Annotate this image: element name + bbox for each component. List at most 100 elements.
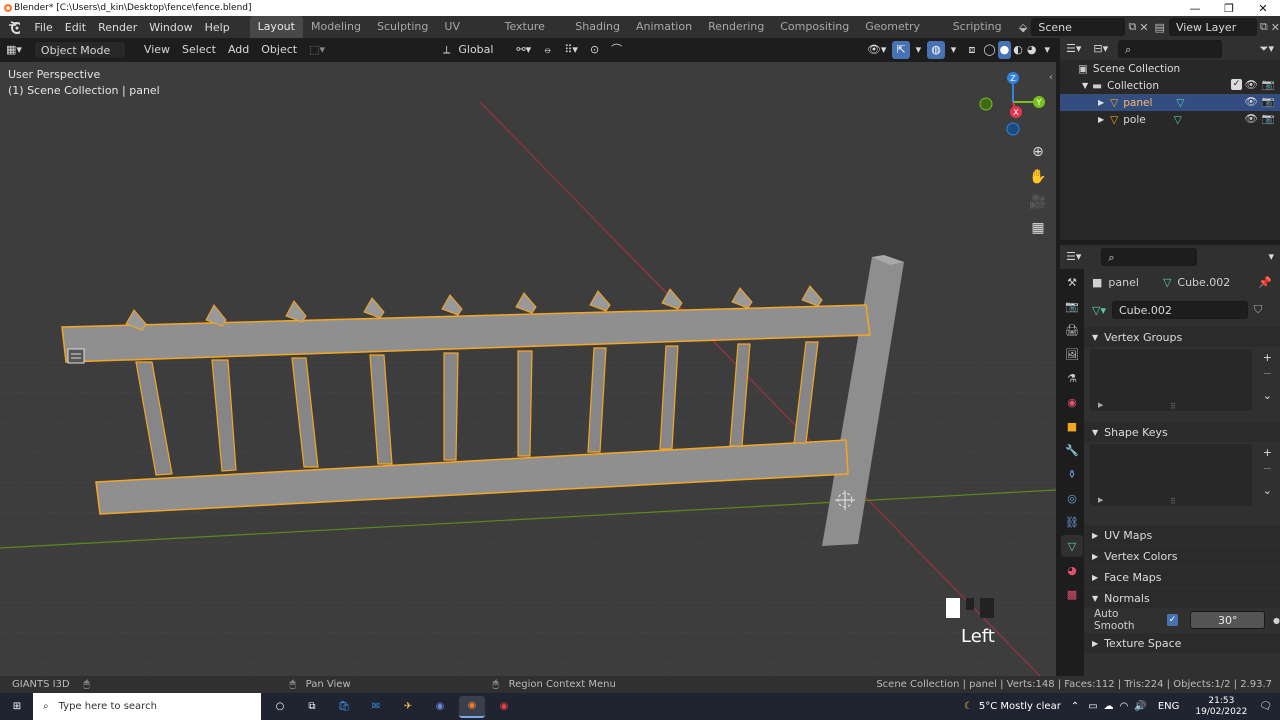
new-scene-icon[interactable]: ⧉	[1128, 20, 1136, 34]
menu-edit[interactable]: Edit	[59, 21, 92, 34]
outliner-row-panel[interactable]: ▶ ▽ panel ▽ 👁 📷	[1060, 94, 1280, 111]
tab-geometry-nodes[interactable]: Geometry Nodes	[857, 16, 945, 55]
resize-handle-icon[interactable]: ⠿	[1170, 402, 1176, 411]
expand-icon[interactable]: ▶	[1098, 98, 1104, 107]
material-shading-icon[interactable]: ◐	[1011, 41, 1025, 59]
tab-animation[interactable]: Animation	[628, 16, 700, 38]
recorder-icon[interactable]: ◉	[491, 696, 517, 718]
mode-selector[interactable]: Object Mode	[33, 41, 126, 59]
delete-view-layer-icon[interactable]: ✕	[1271, 21, 1280, 34]
object-tab-icon[interactable]: ■	[1061, 415, 1083, 437]
volume-icon[interactable]: 🔊	[1134, 701, 1146, 712]
editor-type-icon[interactable]: ▦▾	[0, 41, 28, 59]
render-camera-icon[interactable]: 📷	[1262, 95, 1275, 108]
mesh-data-tab-icon[interactable]: ▽	[1061, 535, 1083, 557]
auto-smooth-checkbox[interactable]: ✓	[1166, 614, 1179, 626]
normals-panel-header[interactable]: ▼ Normals	[1084, 588, 1280, 608]
falloff-icon[interactable]: ⌒	[605, 41, 628, 59]
display-mode-icon[interactable]: ⊟▾	[1087, 40, 1114, 58]
remove-vertex-group-icon[interactable]: −	[1263, 367, 1272, 380]
shape-keys-list[interactable]: ▶ ⠿	[1090, 444, 1252, 506]
render-tab-icon[interactable]: 📷	[1061, 295, 1083, 317]
vertex-groups-list[interactable]: ▶ ⠿	[1090, 349, 1252, 411]
uv-maps-panel-header[interactable]: ▶ UV Maps	[1084, 525, 1280, 545]
overlay-dropdown-icon[interactable]: ▾	[945, 41, 963, 59]
menu-window[interactable]: Window	[143, 21, 198, 34]
particles-tab-icon[interactable]: ⚱	[1061, 463, 1083, 485]
wireframe-shading-icon[interactable]: ◯	[981, 41, 997, 59]
tab-uv-editing[interactable]: UV Editing	[436, 16, 496, 55]
navigation-gizmo[interactable]: Z Y X	[976, 68, 1056, 148]
pivot-point-icon[interactable]: ⚯▾	[510, 41, 537, 59]
network-icon[interactable]: ▭	[1088, 701, 1097, 712]
menu-select[interactable]: Select	[176, 41, 222, 59]
overlay-toggle-icon[interactable]: ◍	[927, 41, 945, 59]
3d-viewport[interactable]: User Perspective (1) Scene Collection | …	[0, 62, 1056, 676]
vertex-colors-panel-header[interactable]: ▶ Vertex Colors	[1084, 546, 1280, 566]
ortho-toggle-icon[interactable]: ▦	[1026, 216, 1050, 240]
shading-dropdown-icon[interactable]: ▾	[1038, 41, 1056, 59]
maximize-button[interactable]: ❐	[1212, 2, 1246, 15]
auto-smooth-angle-field[interactable]: 30°	[1190, 611, 1266, 629]
pan-hand-icon[interactable]: ✋	[1026, 165, 1050, 189]
close-button[interactable]: ✕	[1246, 2, 1280, 15]
transform-orientation-selector[interactable]: Global	[452, 41, 510, 59]
snap-icon[interactable]: ⦵	[537, 41, 558, 59]
menu-render[interactable]: Render	[92, 21, 143, 34]
zoom-icon[interactable]: ⊕	[1026, 140, 1050, 164]
language-label[interactable]: ENG	[1158, 701, 1180, 712]
shape-key-specials-icon[interactable]: ⌄	[1263, 484, 1272, 497]
tab-rendering[interactable]: Rendering	[700, 16, 772, 38]
properties-search-input[interactable]: ⌕	[1101, 248, 1198, 266]
menu-add[interactable]: Add	[222, 41, 255, 59]
clock[interactable]: 21:53 19/02/2022	[1195, 696, 1247, 718]
expand-icon[interactable]: ▶	[1098, 115, 1104, 124]
solid-shading-icon[interactable]: ●	[997, 41, 1012, 59]
camera-view-icon[interactable]: 🎥	[1026, 190, 1050, 214]
properties-options-icon[interactable]: ▾	[1262, 248, 1280, 266]
gizmo-neg-y-icon[interactable]	[979, 97, 993, 111]
rendered-shading-icon[interactable]: ◕	[1025, 41, 1039, 59]
expand-icon[interactable]: ▶	[1098, 496, 1103, 504]
visibility-icon[interactable]: 👁▾	[861, 41, 893, 59]
exclude-checkbox[interactable]: ✓	[1231, 79, 1242, 90]
mesh-name-field[interactable]: Cube.002	[1111, 301, 1248, 319]
physics-tab-icon[interactable]: ◎	[1061, 487, 1083, 509]
gizmo-toggle-icon[interactable]: ⇱	[892, 41, 910, 59]
modifier-tab-icon[interactable]: 🔧	[1061, 439, 1083, 461]
toggle-sidebar-icon[interactable]: ‹	[1049, 72, 1053, 83]
delete-scene-icon[interactable]: ✕	[1139, 21, 1148, 34]
outliner-row-pole[interactable]: ▶ ▽ pole ▽ 👁 📷	[1060, 111, 1280, 128]
notification-icon[interactable]: 🗨	[1259, 701, 1272, 712]
gizmo-dropdown-icon[interactable]: ▾	[910, 41, 928, 59]
menu-view[interactable]: View	[138, 41, 176, 59]
scene-selector[interactable]: Scene	[1031, 18, 1126, 36]
menu-file[interactable]: File	[28, 21, 58, 34]
shape-keys-panel-header[interactable]: ▼ Shape Keys	[1084, 422, 1280, 442]
view-layer-selector[interactable]: View Layer	[1168, 18, 1257, 36]
mail-icon[interactable]: ✉	[363, 696, 389, 718]
xray-icon[interactable]: ⧈	[962, 41, 981, 59]
tab-compositing[interactable]: Compositing	[772, 16, 857, 38]
pin-icon[interactable]: 📌	[1258, 276, 1272, 289]
keyframe-dot-icon[interactable]: ●	[1273, 616, 1280, 625]
render-camera-icon[interactable]: 📷	[1262, 112, 1275, 125]
explorer-icon[interactable]: ✈	[395, 696, 421, 718]
store-icon[interactable]: 🛍	[331, 696, 357, 718]
snap-target-icon[interactable]: ⠿▾	[558, 41, 584, 59]
tab-sculpting[interactable]: Sculpting	[369, 16, 436, 38]
blender-menu-icon[interactable]	[8, 20, 21, 34]
tab-layout[interactable]: Layout	[249, 16, 303, 38]
minimize-button[interactable]: —	[1178, 2, 1212, 15]
material-tab-icon[interactable]: ◕	[1061, 559, 1083, 581]
blender-taskbar-icon[interactable]: ◉	[459, 695, 485, 718]
expand-icon[interactable]: ▼	[1082, 81, 1088, 90]
scene-icon[interactable]: ⬙	[1019, 21, 1027, 34]
constraints-tab-icon[interactable]: ⛓	[1061, 511, 1083, 533]
texture-tab-icon[interactable]: ▩	[1061, 583, 1083, 605]
vertex-groups-panel-header[interactable]: ▼ Vertex Groups	[1084, 327, 1280, 347]
tray-chevron-icon[interactable]: ⌃	[1071, 701, 1079, 712]
properties-editor-type-icon[interactable]: ☰▾	[1060, 248, 1087, 266]
render-camera-icon[interactable]: 📷	[1262, 78, 1275, 91]
windows-start-icon[interactable]: ⊞	[4, 696, 30, 718]
